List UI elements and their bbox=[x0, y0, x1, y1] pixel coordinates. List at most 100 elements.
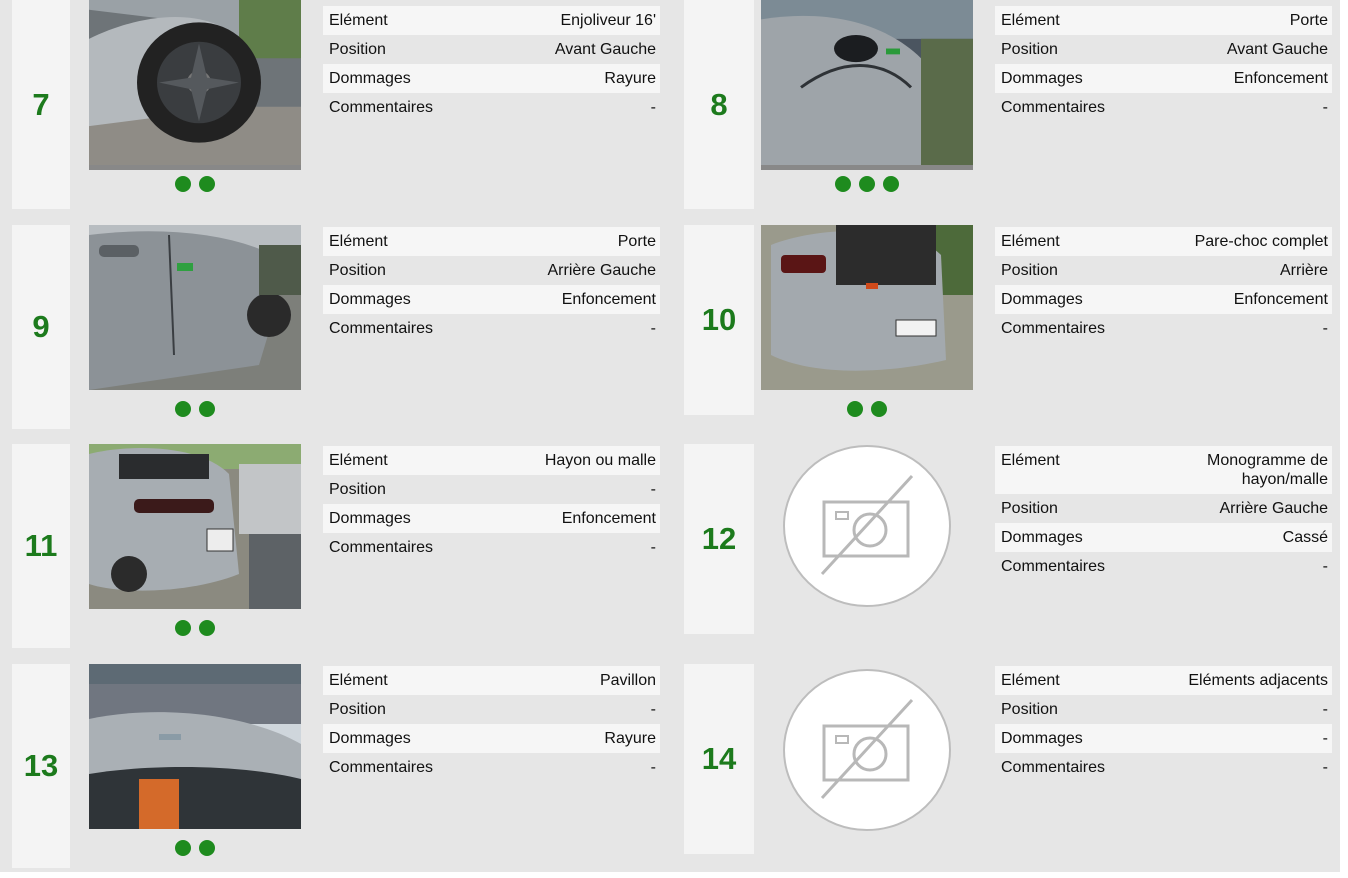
photo-dot[interactable] bbox=[859, 176, 875, 192]
roof-photo[interactable] bbox=[89, 664, 301, 829]
photo-dot[interactable] bbox=[847, 401, 863, 417]
damage-details: Elément Pare-choc complet Position Arrière… bbox=[995, 227, 1332, 343]
damage-label: Dommages bbox=[1001, 291, 1083, 308]
front-door-photo[interactable] bbox=[761, 0, 973, 170]
position-label: Position bbox=[1001, 262, 1058, 279]
position-value: - bbox=[650, 481, 656, 498]
photo-pagination-dots bbox=[761, 401, 973, 417]
photo-dot[interactable] bbox=[175, 840, 191, 856]
position-value: - bbox=[650, 701, 656, 718]
comments-label: Commentaires bbox=[329, 320, 434, 337]
position-value: Arrière Gauche bbox=[1219, 500, 1329, 517]
damage-details: Elément Hayon ou malle Position - Dommages… bbox=[323, 446, 660, 562]
element-label: Elément bbox=[1001, 12, 1060, 29]
comments-row: Commentaires - bbox=[995, 314, 1332, 343]
item-number-column: 9 bbox=[12, 225, 70, 429]
element-label: Elément bbox=[329, 672, 388, 689]
damage-card-11: 11 Elément Hayon ou malle Position - Domma… bbox=[0, 444, 670, 648]
photo-dot[interactable] bbox=[835, 176, 851, 192]
position-value: Avant Gauche bbox=[554, 41, 656, 58]
damage-value: Enfoncement bbox=[1233, 70, 1328, 87]
position-row: Position - bbox=[323, 695, 660, 724]
comments-value: - bbox=[1322, 558, 1328, 575]
item-number-column: 12 bbox=[684, 444, 754, 634]
damage-row: Dommages - bbox=[995, 724, 1332, 753]
comments-value: - bbox=[1322, 320, 1328, 337]
position-label: Position bbox=[329, 701, 386, 718]
photo-dot[interactable] bbox=[871, 401, 887, 417]
comments-row: Commentaires - bbox=[323, 93, 660, 122]
position-value: Arrière Gauche bbox=[547, 262, 657, 279]
damage-row: Dommages Enfoncement bbox=[995, 285, 1332, 314]
photo-dot[interactable] bbox=[199, 840, 215, 856]
position-label: Position bbox=[1001, 500, 1058, 517]
comments-label: Commentaires bbox=[329, 99, 434, 116]
element-value: Pare-choc complet bbox=[1194, 233, 1328, 250]
damage-details: Elément Pavillon Position - Dommages Rayure… bbox=[323, 666, 660, 782]
rear-bumper-photo[interactable] bbox=[761, 225, 973, 390]
damage-details: Elément Porte Position Avant Gauche Dommag… bbox=[995, 6, 1332, 122]
damage-value: Rayure bbox=[604, 730, 656, 747]
element-value: Hayon ou malle bbox=[544, 452, 656, 469]
comments-label: Commentaires bbox=[329, 539, 434, 556]
item-number: 13 bbox=[23, 748, 59, 783]
damage-label: Dommages bbox=[329, 70, 411, 87]
photo-dot[interactable] bbox=[883, 176, 899, 192]
damage-details: Elément Eléments adjacents Position - Domm… bbox=[995, 666, 1332, 782]
comments-label: Commentaires bbox=[1001, 99, 1106, 116]
damage-row: Dommages Enfoncement bbox=[323, 504, 660, 533]
damage-card-8: 8 Elément Porte Position Avant Gauche Domm… bbox=[684, 0, 1340, 209]
comments-value: - bbox=[650, 539, 656, 556]
element-row: Elément Porte bbox=[995, 6, 1332, 35]
item-number: 7 bbox=[32, 86, 50, 122]
damage-label: Dommages bbox=[1001, 529, 1083, 546]
item-number: 11 bbox=[24, 528, 58, 563]
damage-label: Dommages bbox=[1001, 730, 1083, 747]
tailgate-photo[interactable] bbox=[89, 444, 301, 609]
comments-row: Commentaires - bbox=[995, 753, 1332, 782]
item-number: 8 bbox=[710, 86, 728, 122]
damage-value: - bbox=[1322, 730, 1328, 747]
comments-value: - bbox=[1322, 99, 1328, 116]
photo-dot[interactable] bbox=[199, 176, 215, 192]
wheel-photo[interactable] bbox=[89, 0, 301, 170]
element-row: Elément Monogramme de hayon/malle bbox=[995, 446, 1332, 494]
item-number-column: 8 bbox=[684, 0, 754, 209]
comments-row: Commentaires - bbox=[995, 93, 1332, 122]
damage-card-7: 7 Elément Enjoliveur 16' Position Avant Ga… bbox=[0, 0, 670, 209]
photo-pagination-dots bbox=[89, 176, 301, 192]
element-label: Elément bbox=[1001, 672, 1060, 689]
damage-row: Dommages Rayure bbox=[323, 64, 660, 93]
rear-door-photo[interactable] bbox=[89, 225, 301, 390]
photo-dot[interactable] bbox=[199, 620, 215, 636]
element-row: Elément Eléments adjacents bbox=[995, 666, 1332, 695]
element-label: Elément bbox=[329, 452, 388, 469]
damage-value: Enfoncement bbox=[561, 291, 656, 308]
photo-pagination-dots bbox=[89, 620, 301, 636]
comments-row: Commentaires - bbox=[323, 753, 660, 782]
photo-dot[interactable] bbox=[175, 401, 191, 417]
photo-dot[interactable] bbox=[175, 176, 191, 192]
position-label: Position bbox=[1001, 41, 1058, 58]
damage-label: Dommages bbox=[329, 291, 411, 308]
photo-dot[interactable] bbox=[199, 401, 215, 417]
element-label: Elément bbox=[1001, 452, 1060, 469]
element-row: Elément Enjoliveur 16' bbox=[323, 6, 660, 35]
damage-card-14: 14 Elément Eléments adjacents Position - D… bbox=[684, 664, 1340, 854]
position-row: Position Arrière Gauche bbox=[323, 256, 660, 285]
element-label: Elément bbox=[1001, 233, 1060, 250]
photo-dot[interactable] bbox=[175, 620, 191, 636]
damage-label: Dommages bbox=[329, 510, 411, 527]
item-number: 10 bbox=[701, 302, 737, 337]
comments-row: Commentaires - bbox=[323, 533, 660, 562]
damage-value: Enfoncement bbox=[1233, 291, 1328, 308]
damage-value: Enfoncement bbox=[561, 510, 656, 527]
damage-details: Elément Enjoliveur 16' Position Avant Gauc… bbox=[323, 6, 660, 122]
position-row: Position - bbox=[995, 695, 1332, 724]
position-label: Position bbox=[329, 262, 386, 279]
photo-pagination-dots bbox=[761, 176, 973, 192]
item-number: 9 bbox=[32, 309, 50, 344]
position-value: Avant Gauche bbox=[1226, 41, 1328, 58]
element-row: Elément Porte bbox=[323, 227, 660, 256]
comments-label: Commentaires bbox=[329, 759, 434, 776]
